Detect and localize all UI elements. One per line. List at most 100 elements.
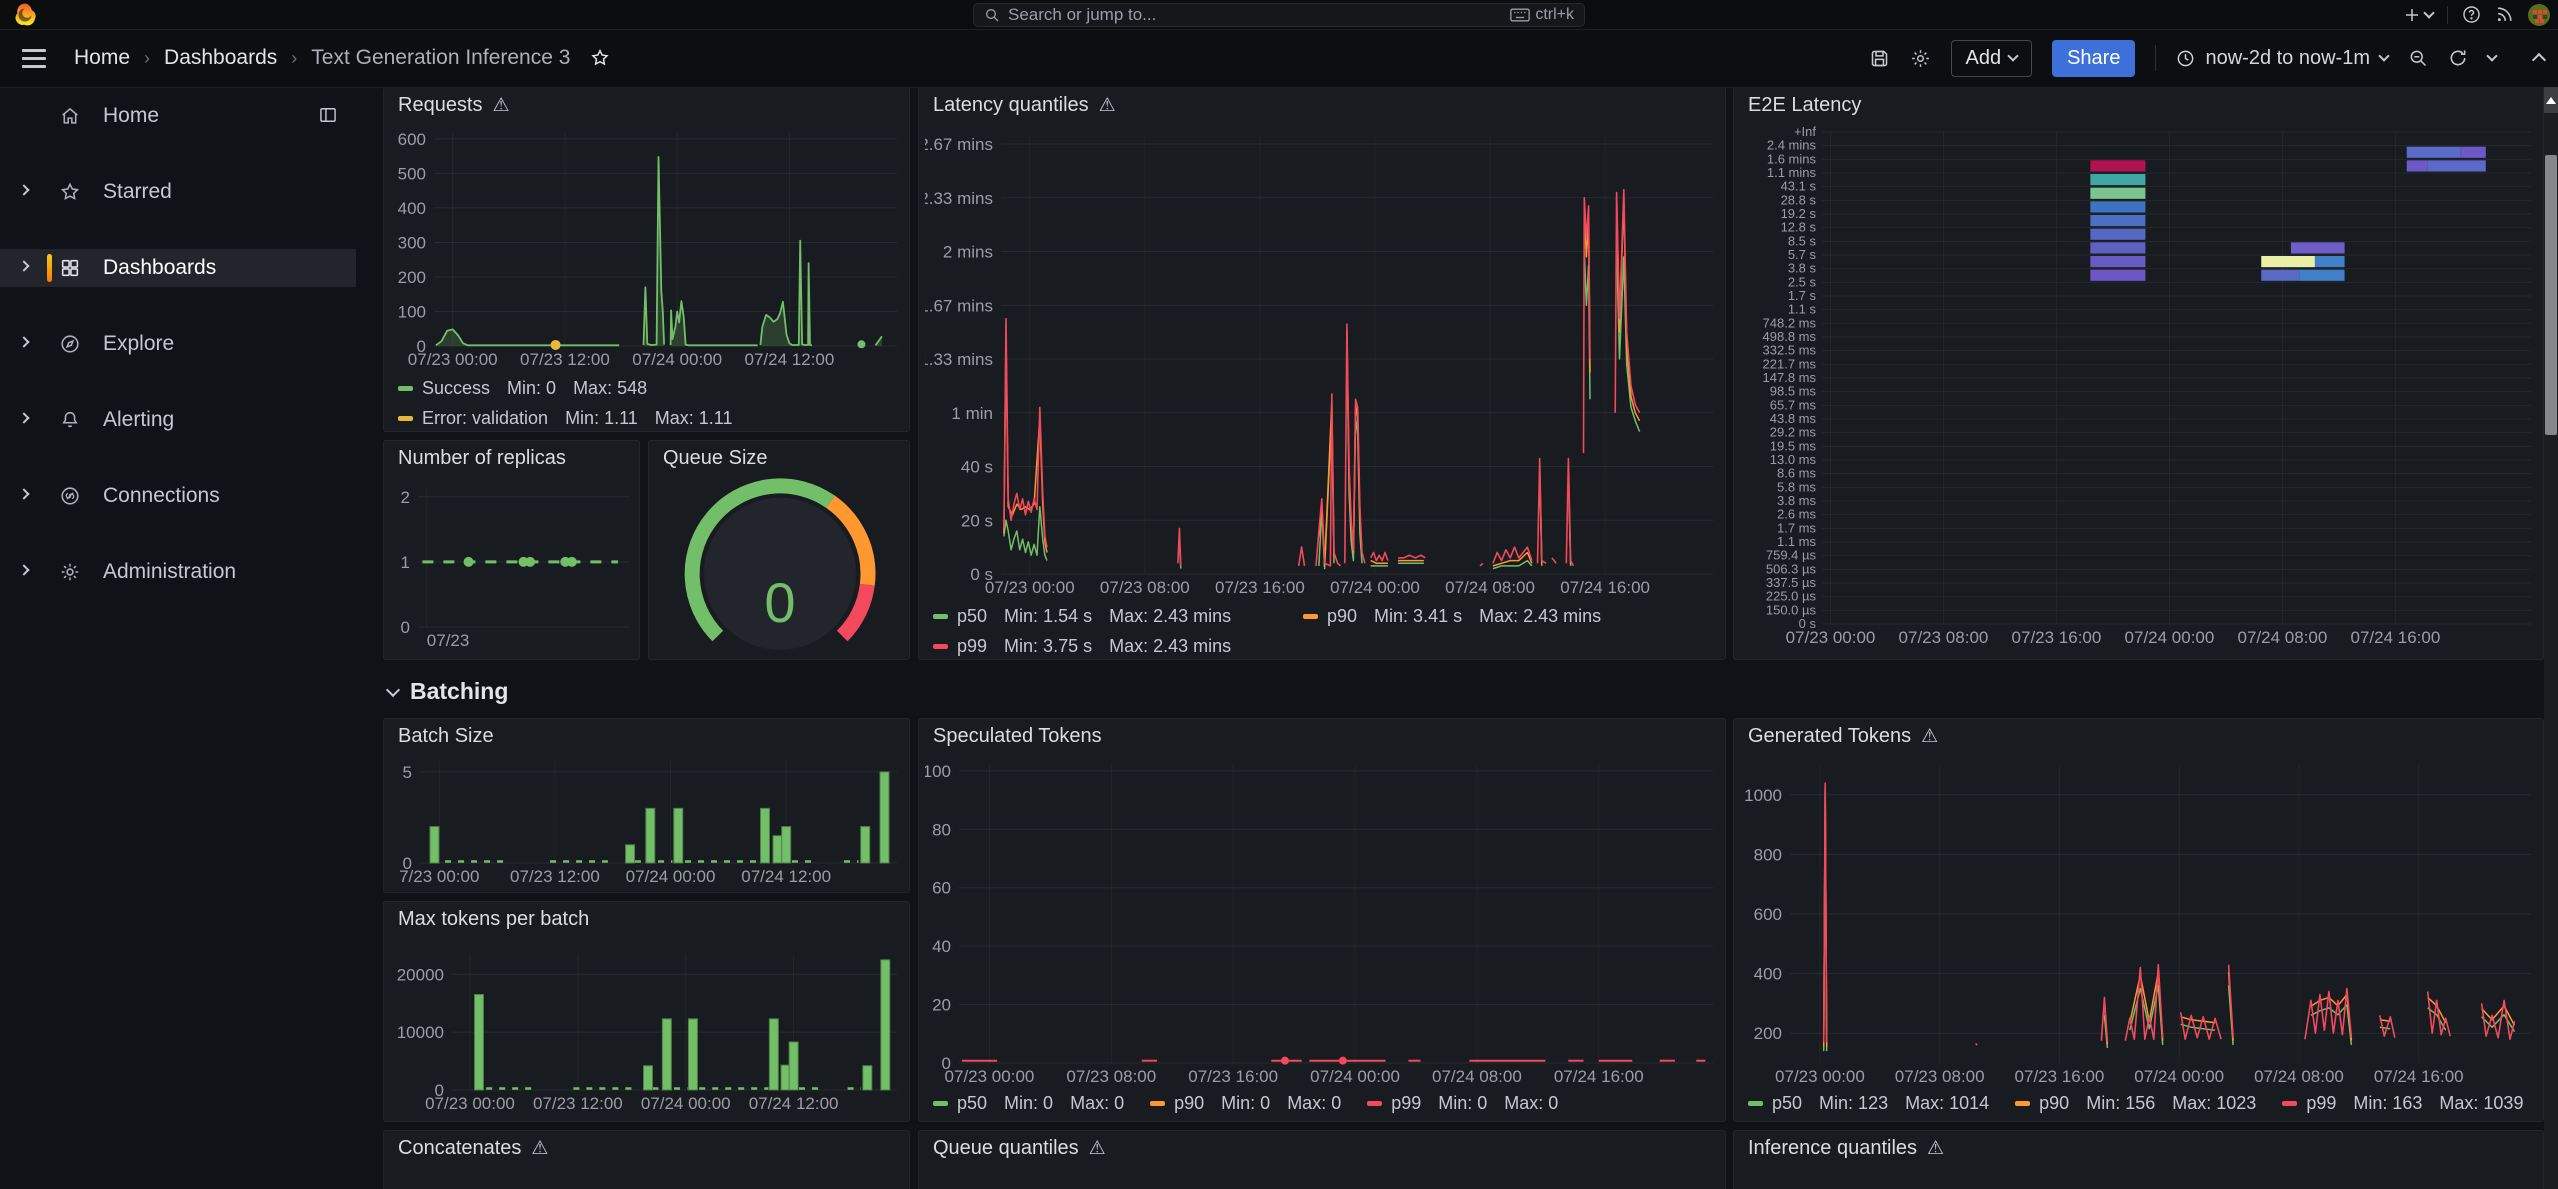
svg-text:07/24 00:00: 07/24 00:00 — [2125, 628, 2215, 647]
legend-item[interactable]: p99 Min: 3.75 s Max: 2.43 mins — [933, 636, 1303, 657]
panel-max-tokens-per-batch: Max tokens per batch 07/23 00:00 07/23 12… — [383, 901, 910, 1122]
refresh-interval-chevron[interactable] — [2486, 50, 2498, 62]
sidebar-item-alerting[interactable]: Alerting — [0, 401, 356, 439]
warning-icon[interactable]: ⚠ — [493, 96, 510, 115]
svg-text:07/23 16:00: 07/23 16:00 — [2012, 628, 2102, 647]
zoom-out-icon[interactable] — [2408, 48, 2428, 68]
warning-icon[interactable]: ⚠ — [531, 1139, 548, 1158]
add-panel-button[interactable]: Add — [1950, 39, 2033, 77]
panel-header[interactable]: Speculated Tokens — [919, 719, 1725, 753]
expand-chevron-icon[interactable] — [18, 336, 30, 348]
add-menu-button[interactable] — [2403, 6, 2435, 24]
svg-text:1: 1 — [401, 553, 410, 572]
svg-text:07/23 12:00: 07/23 12:00 — [520, 350, 610, 369]
search-input[interactable]: Search or jump to... ctrl+k — [973, 3, 1585, 27]
warning-icon[interactable]: ⚠ — [1099, 96, 1116, 115]
speculated-tokens-chart[interactable]: 07/23 00:00 07/23 08:00 07/23 16:00 07/24 0… — [923, 757, 1721, 1087]
sidebar-item-explore[interactable]: Explore — [0, 325, 356, 363]
sidebar-item-home[interactable]: Home — [0, 97, 356, 135]
panel-header[interactable]: Number of replicas — [384, 441, 639, 475]
panel-header[interactable]: Generated Tokens ⚠ — [1734, 719, 2543, 753]
replicas-chart[interactable]: 07/23 0 1 2 — [388, 479, 637, 651]
news-rss-icon[interactable] — [2495, 5, 2514, 24]
legend-item[interactable]: Error: validation Min: 1.11 Max: 1.11 — [398, 408, 732, 429]
panel-header[interactable]: Max tokens per batch — [384, 902, 909, 936]
refresh-icon[interactable] — [2448, 48, 2468, 68]
collapse-toolbar-icon[interactable] — [2531, 52, 2547, 68]
chevron-down-icon — [2007, 50, 2019, 62]
panel-header[interactable]: Requests ⚠ — [384, 88, 909, 122]
save-dashboard-icon[interactable] — [1869, 48, 1890, 69]
series-color-swatch — [1748, 1101, 1763, 1106]
generated-tokens-chart[interactable]: 07/23 00:00 07/23 08:00 07/23 16:00 07/24 0… — [1740, 757, 2539, 1087]
favorite-star-icon[interactable] — [590, 48, 610, 68]
svg-text:07/24 00:00: 07/24 00:00 — [641, 1094, 731, 1113]
svg-text:07/24 12:00: 07/24 12:00 — [741, 867, 831, 886]
dock-menu-icon[interactable] — [318, 105, 338, 125]
mega-menu-toggle[interactable] — [22, 48, 46, 68]
grafana-logo[interactable] — [12, 2, 38, 28]
warning-icon[interactable]: ⚠ — [1921, 727, 1938, 746]
share-button[interactable]: Share — [2052, 39, 2136, 77]
svg-text:100: 100 — [925, 762, 951, 781]
panel-header[interactable]: Queue quantiles ⚠ — [919, 1131, 1725, 1165]
panel-header[interactable]: E2E Latency — [1734, 88, 2543, 122]
max-tokens-chart[interactable]: 07/23 00:00 07/23 12:00 07/24 00:00 07/24 1… — [390, 946, 905, 1114]
panel-queue-quantiles: Queue quantiles ⚠ — [918, 1130, 1726, 1189]
e2e-heatmap[interactable]: 07/23 00:00 07/23 08:00 07/23 16:00 07/24 0… — [1738, 124, 2539, 648]
svg-text:07/24 16:00: 07/24 16:00 — [1560, 578, 1650, 597]
scrollbar-thumb[interactable] — [2545, 155, 2557, 435]
legend-item[interactable]: p90 Min: 3.41 s Max: 2.43 mins — [1303, 606, 1673, 627]
breadcrumb-home[interactable]: Home — [74, 46, 130, 70]
sidebar-item-connections[interactable]: Connections — [0, 477, 356, 515]
svg-text:07/23 08:00: 07/23 08:00 — [1899, 628, 1989, 647]
dashboard-settings-icon[interactable] — [1910, 48, 1931, 69]
panel-speculated-tokens: Speculated Tokens 07/23 00:00 07/23 08:00… — [918, 718, 1726, 1122]
svg-text:200: 200 — [398, 268, 426, 287]
panel-header[interactable]: Inference quantiles ⚠ — [1734, 1131, 2543, 1165]
svg-text:07/24 00:00: 07/24 00:00 — [2134, 1067, 2224, 1086]
requests-chart[interactable]: 07/23 00:00 07/23 12:00 07/24 00:00 07/24 1… — [390, 124, 905, 370]
svg-text:2: 2 — [401, 488, 410, 507]
scroll-up-button[interactable] — [2544, 87, 2558, 113]
expand-chevron-icon[interactable] — [18, 260, 30, 272]
legend-item[interactable]: Success Min: 0 Max: 548 — [398, 378, 732, 399]
svg-text:200: 200 — [1754, 1024, 1782, 1043]
breadcrumb-dashboards[interactable]: Dashboards — [164, 46, 277, 70]
batch-size-chart[interactable]: 7/23 00:00 07/23 12:00 07/24 00:00 07/24 12… — [390, 753, 905, 887]
legend-item[interactable]: p50 Min: 123 Max: 1014 — [1748, 1093, 1989, 1114]
expand-chevron-icon[interactable] — [18, 184, 30, 196]
warning-icon[interactable]: ⚠ — [1927, 1139, 1944, 1158]
help-icon[interactable] — [2462, 5, 2481, 24]
warning-icon[interactable]: ⚠ — [1089, 1139, 1106, 1158]
legend-item[interactable]: p90 Min: 0 Max: 0 — [1150, 1093, 1341, 1114]
queue-size-gauge[interactable]: 0 — [659, 477, 901, 653]
expand-chevron-icon[interactable] — [18, 412, 30, 424]
sidebar-item-dashboards[interactable]: Dashboards — [0, 249, 356, 287]
svg-text:20000: 20000 — [397, 965, 444, 984]
legend-item[interactable]: p50 Min: 1.54 s Max: 2.43 mins — [933, 606, 1303, 627]
legend-item[interactable]: p99 Min: 163 Max: 1039 — [2282, 1093, 2523, 1114]
panel-header[interactable]: Batch Size — [384, 719, 909, 753]
section-batching[interactable]: Batching — [385, 678, 508, 705]
svg-text:1.67 mins: 1.67 mins — [925, 296, 993, 315]
svg-text:07/24 12:00: 07/24 12:00 — [749, 1094, 839, 1113]
time-range-picker[interactable]: now-2d to now-1m — [2176, 47, 2390, 70]
svg-text:07/24 00:00: 07/24 00:00 — [1330, 578, 1420, 597]
legend-item[interactable]: p99 Min: 0 Max: 0 — [1367, 1093, 1558, 1114]
legend-item[interactable]: p50 Min: 0 Max: 0 — [933, 1093, 1124, 1114]
latency-chart[interactable]: 07/23 00:00 07/23 08:00 07/23 16:00 07/24 0… — [919, 128, 1721, 598]
panel-header[interactable]: Queue Size — [649, 441, 909, 475]
expand-chevron-icon[interactable] — [18, 564, 30, 576]
sidebar-item-starred[interactable]: Starred — [0, 173, 356, 211]
vertical-scrollbar[interactable] — [2544, 87, 2558, 1189]
legend-item[interactable]: p90 Min: 156 Max: 1023 — [2015, 1093, 2256, 1114]
panel-latency-quantiles: Latency quantiles ⚠ 07/23 00:00 07/23 08:… — [918, 87, 1726, 660]
series-color-swatch — [933, 1101, 948, 1106]
expand-chevron-icon[interactable] — [18, 488, 30, 500]
home-icon — [58, 105, 82, 127]
user-avatar[interactable] — [2528, 3, 2550, 26]
panel-header[interactable]: Latency quantiles ⚠ — [919, 88, 1725, 122]
panel-header[interactable]: Concatenates ⚠ — [384, 1131, 909, 1165]
sidebar-item-administration[interactable]: Administration — [0, 553, 356, 591]
